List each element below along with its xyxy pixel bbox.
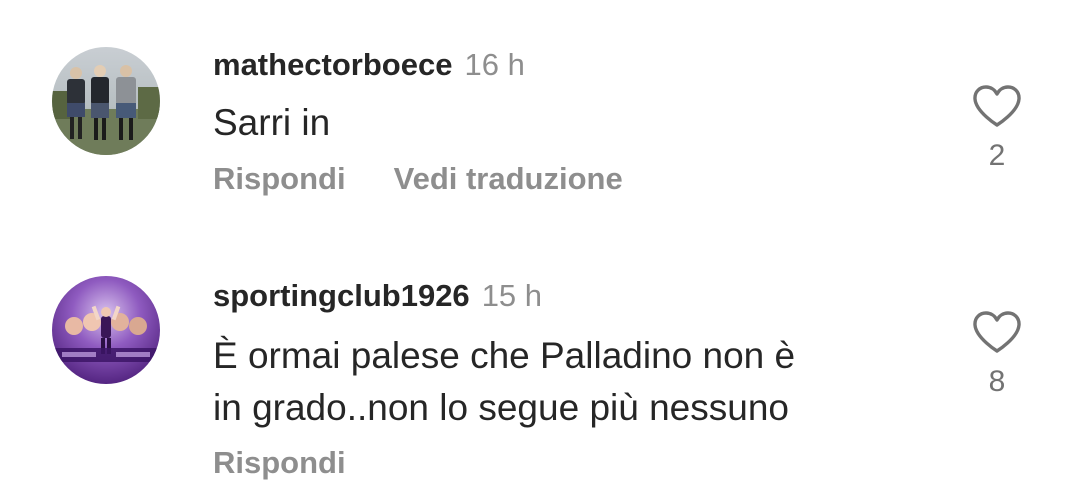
timestamp: 16 h <box>464 47 525 82</box>
reply-button[interactable]: Rispondi <box>213 444 346 482</box>
like-count: 2 <box>988 139 1006 172</box>
username[interactable]: sportingclub1926 <box>213 278 470 313</box>
like-count: 8 <box>988 365 1006 398</box>
comment-item: sportingclub1926 15 h È ormai palese che … <box>0 262 1080 500</box>
comment-header: sportingclub1926 15 h <box>213 277 542 315</box>
heart-icon[interactable] <box>972 84 1022 128</box>
avatar[interactable] <box>52 276 160 384</box>
avatar-photo-icon <box>52 47 160 155</box>
avatar[interactable] <box>52 47 160 155</box>
username[interactable]: mathectorboece <box>213 47 452 82</box>
comment-actions: Rispondi Vedi traduzione <box>213 160 623 198</box>
comment-text-line: in grado..non lo segue più nessuno <box>213 387 789 428</box>
like-control: 2 <box>970 84 1024 174</box>
like-control: 8 <box>970 310 1024 400</box>
comment-text-line: Sarri in <box>213 102 331 143</box>
comment-header: mathectorboece 16 h <box>213 46 525 84</box>
comment-text: È ormai palese che Palladino non è in gr… <box>213 330 913 434</box>
comment-actions: Rispondi <box>213 444 346 482</box>
heart-icon[interactable] <box>972 310 1022 354</box>
comment-text: Sarri in <box>213 97 913 149</box>
see-translation-button[interactable]: Vedi traduzione <box>394 160 623 198</box>
comment-text-line: È ormai palese che Palladino non è <box>213 335 796 376</box>
avatar-photo-icon <box>52 276 160 384</box>
reply-button[interactable]: Rispondi <box>213 160 346 198</box>
comment-item: mathectorboece 16 h Sarri in Rispondi Vedi… <box>0 0 1080 240</box>
timestamp: 15 h <box>481 278 543 313</box>
